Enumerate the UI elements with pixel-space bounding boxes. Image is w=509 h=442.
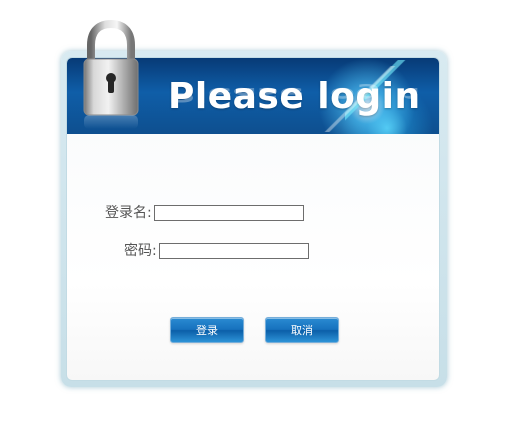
login-page: Please login Please login 登录名: 密码: 登录 取消 bbox=[0, 0, 509, 442]
login-button[interactable]: 登录 bbox=[170, 317, 244, 343]
password-label: 密码: bbox=[124, 243, 157, 259]
username-label: 登录名: bbox=[105, 205, 152, 221]
password-row: 密码: bbox=[124, 241, 309, 261]
lock-icon bbox=[83, 20, 139, 129]
username-field[interactable] bbox=[153, 205, 304, 221]
username-row: 登录名: bbox=[105, 203, 304, 223]
cancel-button[interactable]: 取消 bbox=[265, 317, 339, 343]
login-title-reflection: Please login bbox=[168, 83, 421, 106]
password-field[interactable] bbox=[158, 243, 309, 259]
